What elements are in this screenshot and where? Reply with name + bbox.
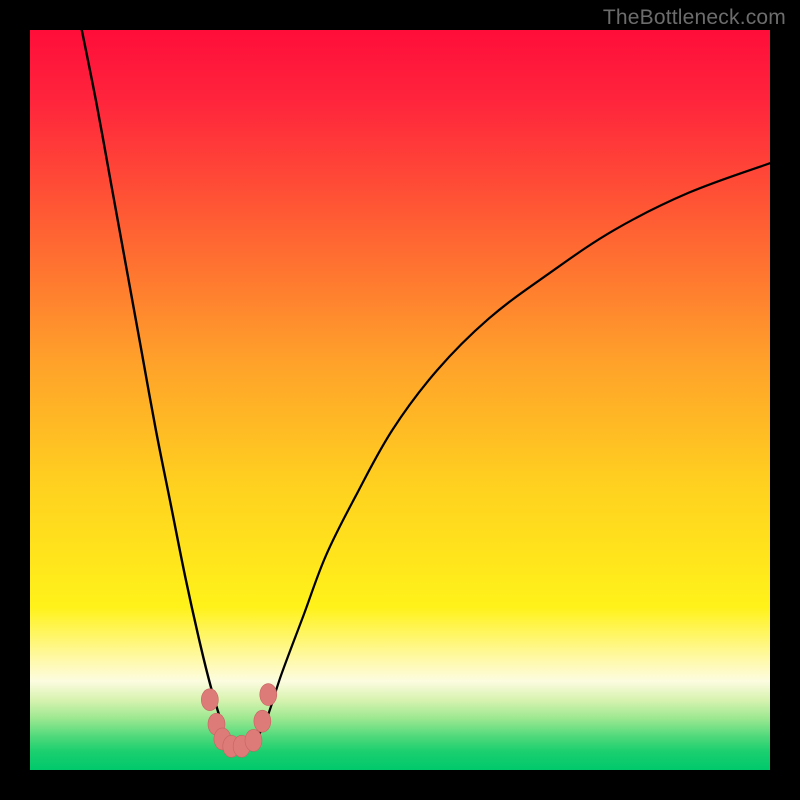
- marker-dot: [260, 684, 277, 706]
- marker-dot: [254, 710, 271, 732]
- marker-cluster: [201, 684, 276, 758]
- curve-layer: [30, 30, 770, 770]
- watermark-text: TheBottleneck.com: [603, 6, 786, 30]
- marker-dot: [245, 729, 262, 751]
- chart-frame: TheBottleneck.com: [0, 0, 800, 800]
- marker-dot: [201, 689, 218, 711]
- plot-area: [30, 30, 770, 770]
- curve-right: [252, 163, 770, 748]
- curve-left: [82, 30, 230, 748]
